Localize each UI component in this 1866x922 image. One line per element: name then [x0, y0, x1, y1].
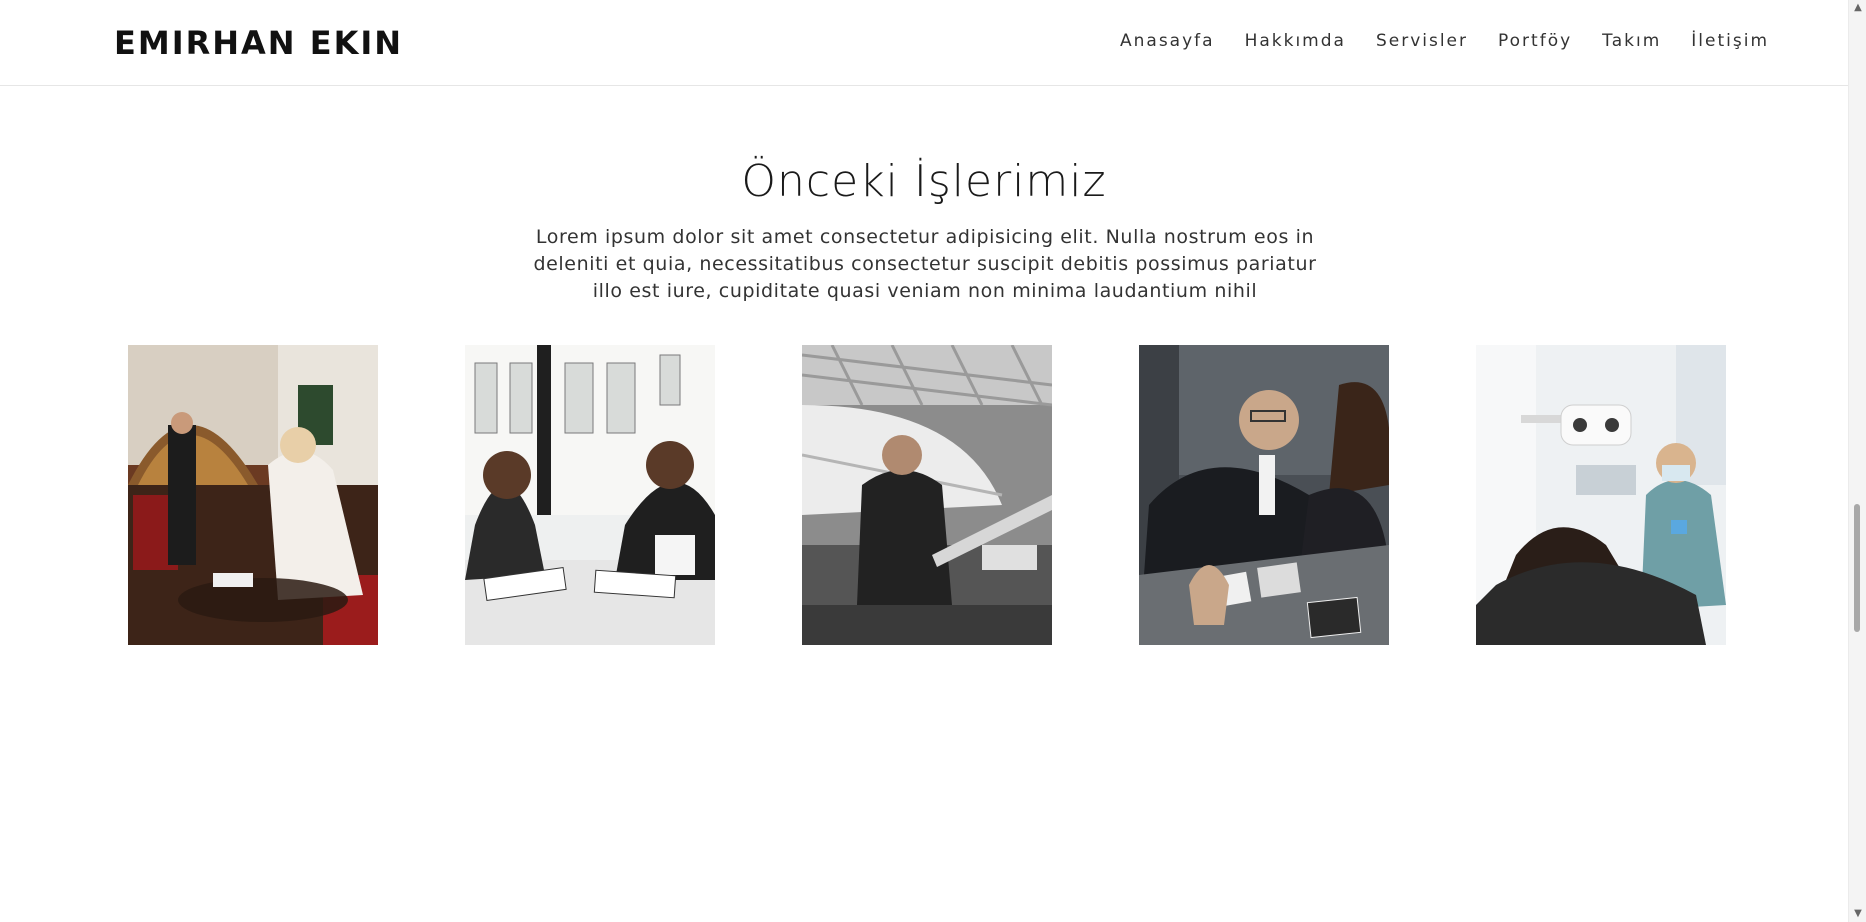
restaurant-cleaning-photo: [128, 345, 378, 645]
section-title: Önceki İşlerimiz: [741, 156, 1107, 207]
portfolio-item-workshop[interactable]: [802, 345, 1052, 645]
office-meeting-photo: [465, 345, 715, 645]
page: EMIRHAN EKIN Anasayfa Hakkımda Servisler…: [0, 0, 1866, 922]
business-documents-photo: [1139, 345, 1389, 645]
nav-link-hakkimda[interactable]: Hakkımda: [1245, 31, 1346, 51]
nav-link-portfoy[interactable]: Portföy: [1498, 31, 1572, 51]
nav-menu: Anasayfa Hakkımda Servisler Portföy Takı…: [1120, 31, 1769, 51]
nav-link-servisler[interactable]: Servisler: [1376, 31, 1468, 51]
boat-workshop-photo: [802, 345, 1052, 645]
portfolio-item-meeting[interactable]: [465, 345, 715, 645]
dental-clinic-photo: [1476, 345, 1726, 645]
scroll-down-icon[interactable]: ▼: [1849, 906, 1866, 922]
scroll-up-icon[interactable]: ▲: [1849, 0, 1866, 16]
portfolio-item-documents[interactable]: [1139, 345, 1389, 645]
portfolio-item-restaurant[interactable]: [128, 345, 378, 645]
portfolio-gallery: [128, 345, 1738, 645]
vertical-scrollbar[interactable]: ▲ ▼: [1848, 0, 1866, 922]
section-description: Lorem ipsum dolor sit amet consectetur a…: [533, 226, 1317, 302]
nav-link-anasayfa[interactable]: Anasayfa: [1120, 31, 1215, 51]
nav-link-takim[interactable]: Takım: [1602, 31, 1661, 51]
brand-logo[interactable]: EMIRHAN EKIN: [114, 24, 403, 62]
portfolio-item-dental[interactable]: [1476, 345, 1726, 645]
scrollbar-thumb[interactable]: [1854, 504, 1860, 632]
navbar: EMIRHAN EKIN Anasayfa Hakkımda Servisler…: [0, 0, 1848, 86]
nav-link-iletisim[interactable]: İletişim: [1691, 31, 1769, 51]
